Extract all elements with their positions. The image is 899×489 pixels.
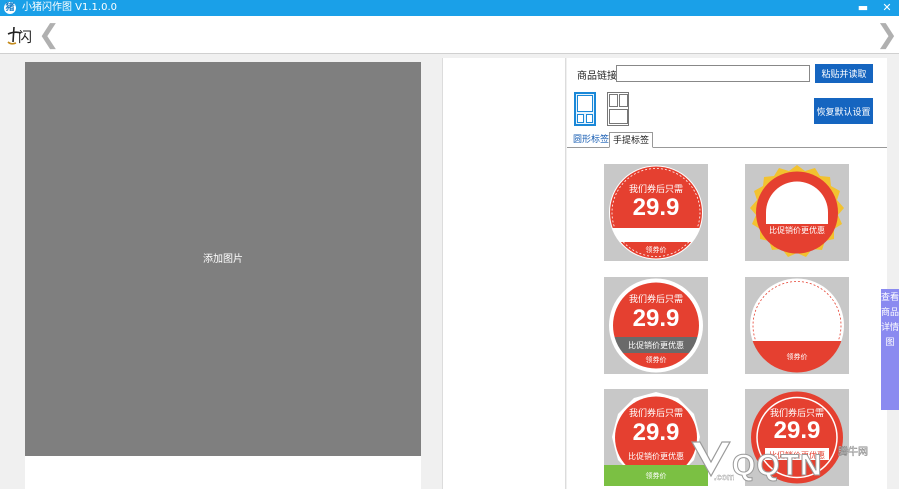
svg-text:.com: .com [714,472,734,482]
svg-text:闪: 闪 [18,30,32,46]
template-tile[interactable]: 比促销价更优惠 [745,164,849,261]
image-drop-zone[interactable]: 添加图片 [25,62,421,456]
view-detail-tab[interactable]: 查看商品详情图 [881,289,899,410]
badge-sub: 比促销价更优惠 [628,341,684,350]
badge-foot: 领券价 [645,246,667,254]
paste-read-button[interactable]: 粘贴并读取 [815,64,873,83]
canvas-area: 添加图片 [25,62,421,489]
badge-foot: 领券价 [645,356,667,364]
minimize-button[interactable]: ▬ [852,0,874,16]
add-image-label: 添加图片 [203,254,243,265]
title-bar: 猪 小猪闪作图 V1.1.0.0 ▬ ✕ [0,0,899,16]
product-link-input[interactable] [616,65,810,82]
back-arrow-icon[interactable]: ❮ [38,20,60,50]
forward-arrow-icon[interactable]: ❯ [876,20,898,50]
app-logo: 闪 [5,22,35,48]
restore-defaults-button[interactable]: 恢复默认设置 [814,98,873,124]
settings-panel: 商品链接: 粘贴并读取 恢复默认设置 圆形标签 手提标签 我们券后只需 29.9… [567,58,887,489]
tab-round-label[interactable]: 圆形标签 [570,132,612,148]
preview-panel [442,58,566,489]
layout-option-2[interactable] [607,92,629,126]
badge-price: 29.9 [632,305,680,332]
badge-price: 29.9 [632,194,680,221]
badge-line: 我们券后只需 [628,295,683,305]
close-button[interactable]: ✕ [876,0,898,16]
app-icon: 猪 [4,2,16,14]
tab-bar: 圆形标签 手提标签 [567,131,887,148]
watermark-subtext: 腾牛网 [838,447,869,459]
badge-sub: 比促销价更优惠 [769,226,825,235]
tab-hand-label[interactable]: 手提标签 [609,132,654,148]
badge-foot: 领券价 [786,353,808,361]
template-tile[interactable]: 我们券后只需 29.9 比促销价更优惠 领券价 [604,277,708,374]
watermark-text: QQTN [732,449,823,483]
badge-line: 我们券后只需 [628,409,683,419]
watermark: .com QQTN 腾牛网 [688,436,893,486]
template-tile[interactable]: 我们券后只需 29.9 领券价 [604,164,708,261]
window-title: 小猪闪作图 V1.1.0.0 [22,2,118,13]
toolbar: 闪 ❮ ❯ [0,16,899,54]
watermark-logo-icon: .com [690,441,734,482]
template-tile[interactable]: 领券价 [745,277,849,374]
layout-option-1[interactable] [574,92,596,126]
link-label: 商品链接: [577,71,621,82]
